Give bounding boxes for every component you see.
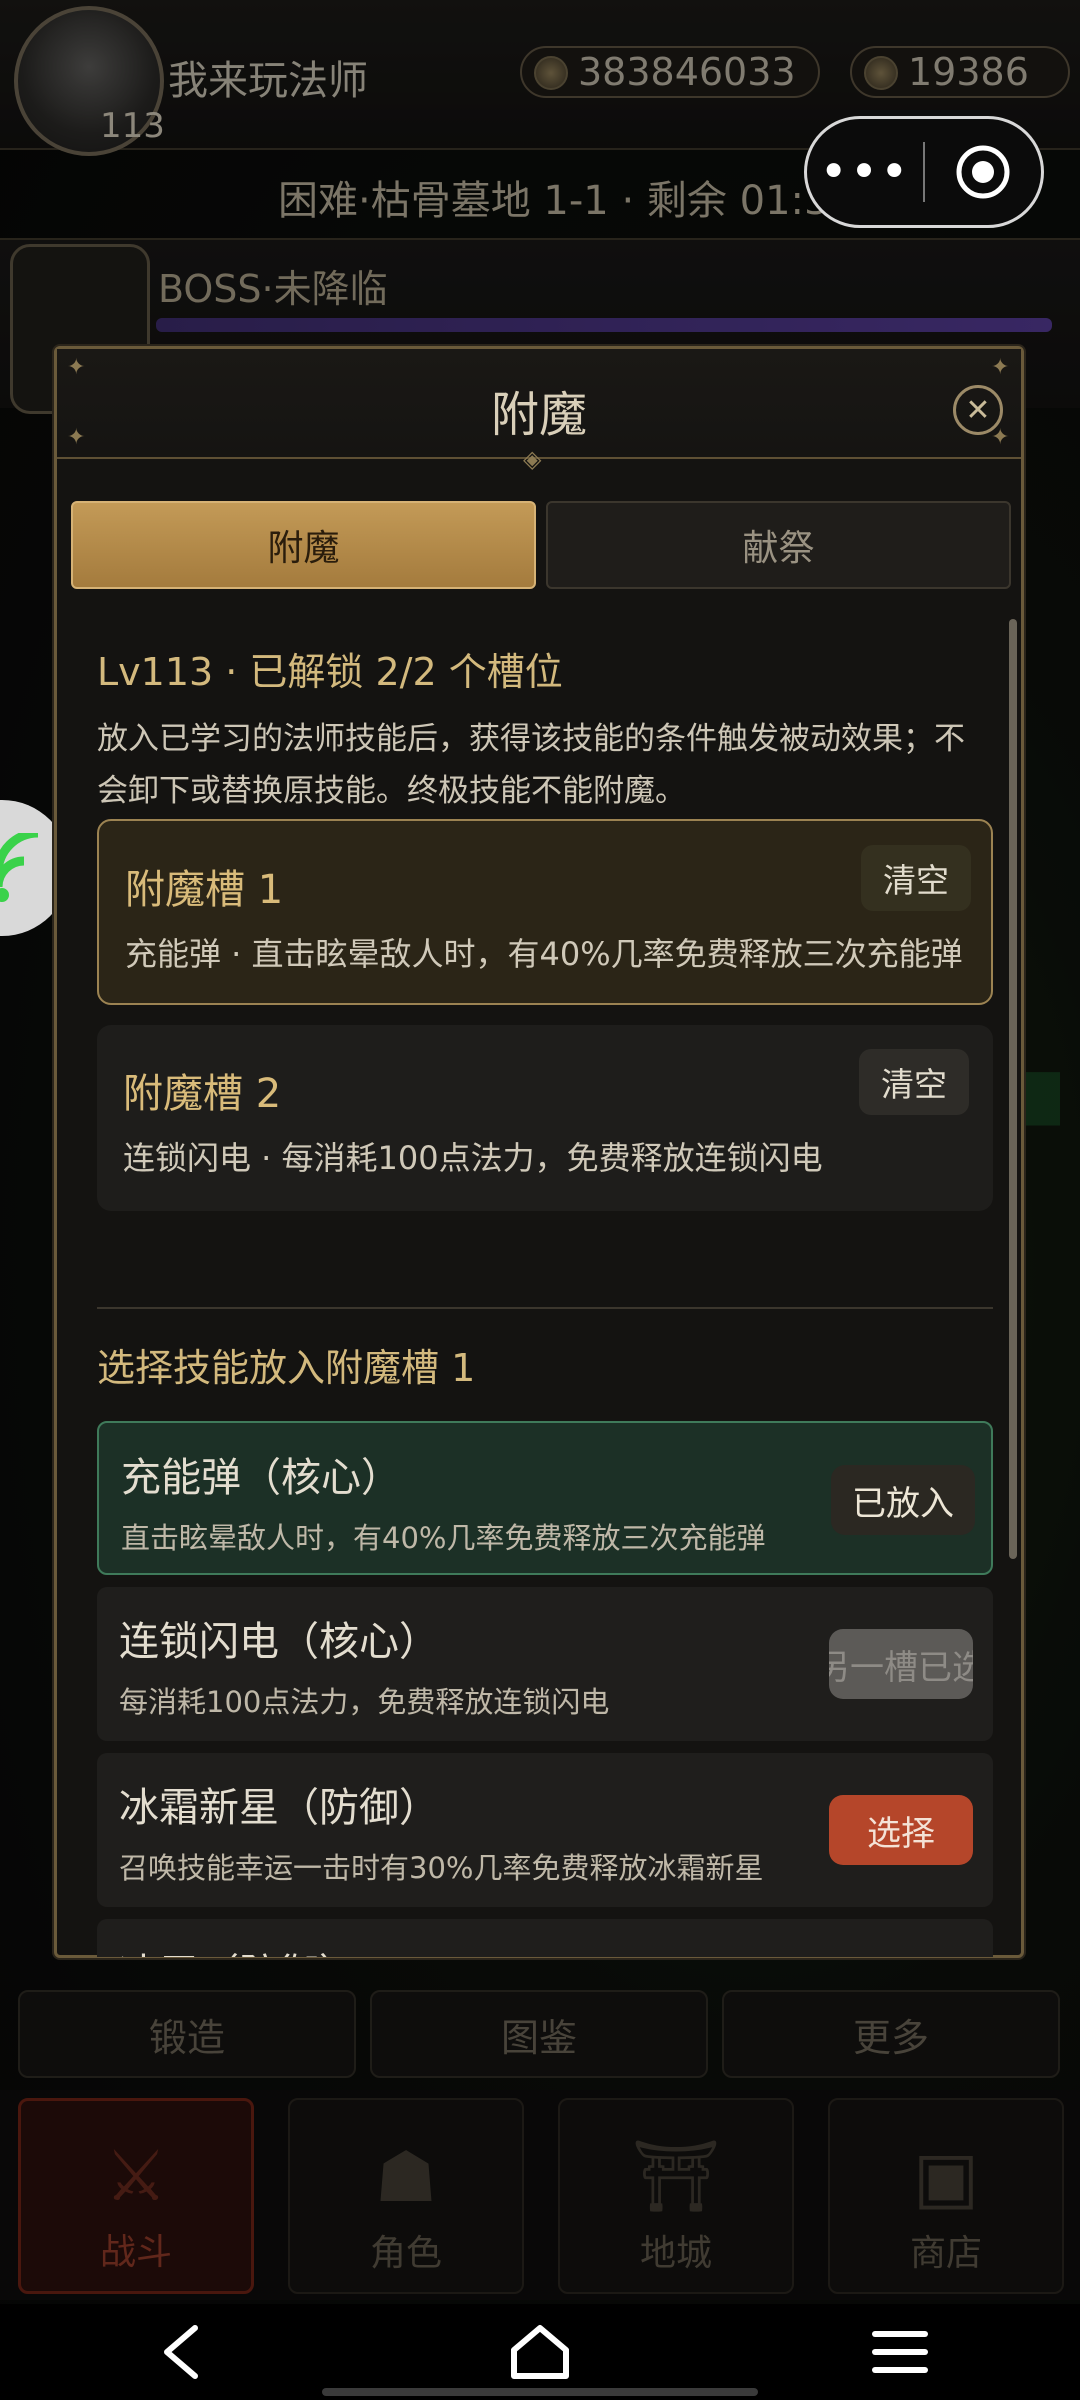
- skill-name: 充能弹（核心）: [121, 1455, 401, 1501]
- header-ornament-icon: ◈: [523, 445, 542, 473]
- target-circle-icon[interactable]: [925, 144, 1041, 200]
- tab-label: 附魔: [267, 528, 340, 569]
- android-navigation-bar: [0, 2304, 1080, 2400]
- clear-slot-button[interactable]: 清空: [859, 1049, 969, 1115]
- more-dots-icon[interactable]: •••: [807, 148, 923, 196]
- scrollbar[interactable]: [1009, 619, 1017, 1559]
- slot-effect: 连锁闪电 · 每消耗100点法力，免费释放连锁闪电: [123, 1139, 823, 1177]
- skill-option[interactable]: 冰甲（防御）: [97, 1919, 993, 1957]
- clear-slot-button[interactable]: 清空: [861, 845, 971, 911]
- modal-scroll-area[interactable]: Lv113 · 已解锁 2/2 个槽位 放入已学习的法师技能后，获得该技能的条件…: [61, 611, 1017, 1957]
- back-icon[interactable]: [120, 2312, 240, 2392]
- menu-icon[interactable]: [840, 2312, 960, 2392]
- modal-header: ✦ ✦ ✦ ✦ 附魔 ✕ ◈: [57, 349, 1021, 473]
- skill-desc: 直击眩晕敌人时，有40%几率免费释放三次充能弹: [121, 1521, 766, 1555]
- enchant-slot-2[interactable]: 附魔槽 2 连锁闪电 · 每消耗100点法力，免费释放连锁闪电 清空: [97, 1025, 993, 1211]
- enchant-modal: ✦ ✦ ✦ ✦ 附魔 ✕ ◈ 附魔 献祭 Lv113 · 已解锁 2/2 个槽位…: [54, 346, 1024, 1958]
- slot-description: 放入已学习的法师技能后，获得该技能的条件触发被动效果；不会卸下或替换原技能。终极…: [97, 721, 965, 809]
- wifi-icon: [0, 833, 39, 902]
- other-slot-selected-button[interactable]: 另一槽已选: [829, 1629, 973, 1699]
- skill-option[interactable]: 充能弹（核心） 直击眩晕敌人时，有40%几率免费释放三次充能弹 已放入: [97, 1421, 993, 1575]
- slot-effect: 充能弹 · 直击眩晕敌人时，有40%几率免费释放三次充能弹: [125, 935, 963, 973]
- tab-sacrifice[interactable]: 献祭: [546, 501, 1011, 589]
- select-button[interactable]: 选择: [829, 1795, 973, 1865]
- skill-option[interactable]: 冰霜新星（防御） 召唤技能幸运一击时有30%几率免费释放冰霜新星 选择: [97, 1753, 993, 1907]
- slot-summary: Lv113 · 已解锁 2/2 个槽位: [97, 650, 563, 694]
- close-icon[interactable]: ✕: [953, 385, 1003, 435]
- modal-title: 附魔: [490, 387, 587, 443]
- skill-name: 冰甲（防御）: [119, 1941, 359, 1957]
- miniprogram-capsule: •••: [804, 116, 1044, 228]
- skill-desc: 每消耗100点法力，免费释放连锁闪电: [119, 1685, 610, 1719]
- skill-option[interactable]: 连锁闪电（核心） 每消耗100点法力，免费释放连锁闪电 另一槽已选: [97, 1587, 993, 1741]
- skill-name: 连锁闪电（核心）: [119, 1619, 439, 1665]
- gesture-indicator: [322, 2388, 758, 2396]
- tab-enchant[interactable]: 附魔: [71, 501, 536, 589]
- section-divider: [97, 1307, 993, 1309]
- slot-title: 附魔槽 2: [123, 1071, 282, 1117]
- modal-tabs: 附魔 献祭: [71, 501, 1011, 591]
- choose-skill-heading: 选择技能放入附魔槽 1: [97, 1346, 476, 1390]
- enchant-slot-1[interactable]: 附魔槽 1 充能弹 · 直击眩晕敌人时，有40%几率免费释放三次充能弹 清空: [97, 819, 993, 1005]
- home-icon[interactable]: [480, 2312, 600, 2392]
- placed-button[interactable]: 已放入: [831, 1465, 975, 1535]
- tab-label: 献祭: [742, 528, 815, 569]
- skill-name: 冰霜新星（防御）: [119, 1785, 439, 1831]
- skill-desc: 召唤技能幸运一击时有30%几率免费释放冰霜新星: [119, 1851, 764, 1885]
- slot-title: 附魔槽 1: [125, 867, 284, 913]
